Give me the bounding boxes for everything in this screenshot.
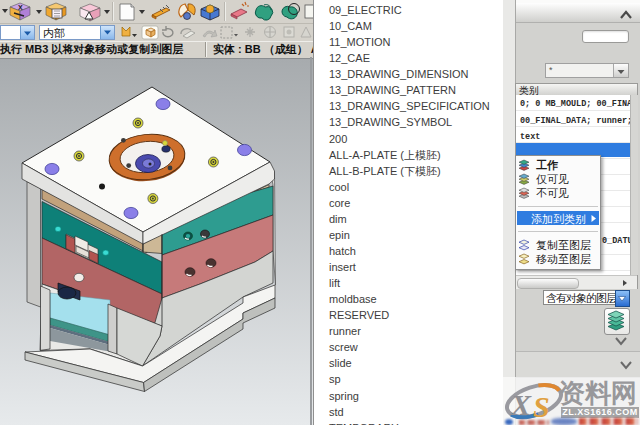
svg-text:X: X [510,388,532,421]
